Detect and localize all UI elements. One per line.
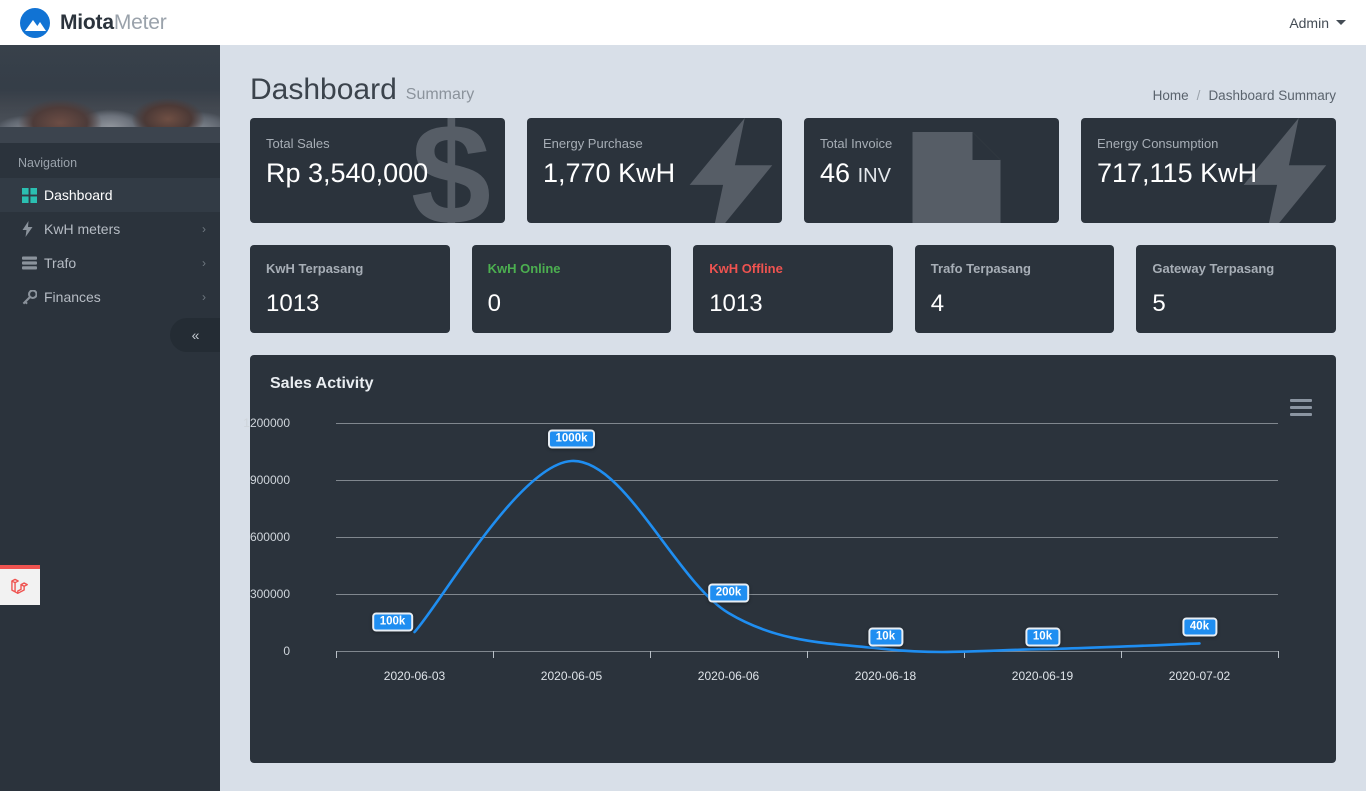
breadcrumb: Home / Dashboard Summary — [1153, 88, 1336, 107]
stat-card-value: 4 — [931, 290, 1097, 318]
chevron-right-icon: › — [202, 290, 206, 304]
page-subtitle: Summary — [406, 86, 474, 107]
chart-point-label: 40k — [1182, 618, 1217, 637]
stat-card-label: Gateway Terpasang — [1152, 261, 1318, 276]
key-icon — [22, 290, 44, 305]
chart-point-label: 10k — [1025, 628, 1060, 647]
stat-card-label: KwH Offline — [709, 261, 875, 276]
sidebar-header-photo — [0, 45, 220, 143]
stat-card-label: Energy Purchase — [543, 136, 762, 151]
sidebar-collapse-button[interactable]: « — [170, 318, 220, 352]
sidebar-item-label: Finances — [44, 289, 202, 305]
sidebar-item-label: KwH meters — [44, 221, 202, 237]
stat-card-number: 46 — [820, 158, 850, 188]
stat-card-unit: INV — [858, 165, 891, 187]
chevron-right-icon: › — [202, 222, 206, 236]
primary-stat-cards: Total Sales Rp 3,540,000 $ Energy Purcha… — [220, 118, 1366, 223]
sidebar-item-trafo[interactable]: Trafo › — [0, 246, 220, 280]
stat-card-value: 1013 — [709, 290, 875, 318]
stat-card-gateway-terpasang[interactable]: Gateway Terpasang 5 — [1136, 245, 1336, 333]
sales-activity-chart: 03000006000009000001200000 2020-06-03202… — [250, 407, 1336, 727]
stat-card-label: Total Invoice — [820, 136, 1039, 151]
sidebar-item-label: Trafo — [44, 255, 202, 271]
stat-card-value: 46 INV — [820, 158, 1039, 189]
secondary-stat-cards: KwH Terpasang 1013 KwH Online 0 KwH Offl… — [220, 245, 1366, 333]
stat-card-label: KwH Terpasang — [266, 261, 432, 276]
stat-card-label: Trafo Terpasang — [931, 261, 1097, 276]
chart-line-series — [250, 407, 1336, 727]
bolt-icon — [22, 221, 44, 237]
stat-card-energy-purchase[interactable]: Energy Purchase 1,770 KwH — [527, 118, 782, 223]
brand-name-light: Meter — [114, 11, 167, 34]
chart-point-label: 200k — [708, 584, 750, 603]
chart-point-label: 1000k — [548, 430, 596, 449]
chart-point-label: 100k — [372, 613, 414, 632]
page-header: Dashboard Summary Home / Dashboard Summa… — [220, 45, 1366, 107]
stat-card-total-sales[interactable]: Total Sales Rp 3,540,000 $ — [250, 118, 505, 223]
chevron-right-icon: › — [202, 256, 206, 270]
caret-down-icon — [1336, 20, 1346, 25]
stat-card-trafo-terpasang[interactable]: Trafo Terpasang 4 — [915, 245, 1115, 333]
stat-card-label: Energy Consumption — [1097, 136, 1316, 151]
sidebar-item-label: Dashboard — [44, 187, 206, 203]
stat-card-value: Rp 3,540,000 — [266, 158, 485, 189]
page-title: Dashboard — [250, 73, 397, 107]
sidebar-item-kwh-meters[interactable]: KwH meters › — [0, 212, 220, 246]
grid-icon — [22, 188, 44, 203]
main-content: Dashboard Summary Home / Dashboard Summa… — [220, 45, 1366, 791]
laravel-logo-icon[interactable] — [0, 565, 40, 605]
breadcrumb-home[interactable]: Home — [1153, 88, 1189, 103]
admin-dropdown[interactable]: Admin — [1289, 15, 1346, 31]
topbar-right-group: Admin — [1289, 15, 1366, 31]
sidebar: Navigation Dashboard KwH meters › Trafo … — [0, 45, 220, 791]
sidebar-item-dashboard[interactable]: Dashboard — [0, 178, 220, 212]
stat-card-kwh-online[interactable]: KwH Online 0 — [472, 245, 672, 333]
stat-card-label: Total Sales — [266, 136, 485, 151]
mountain-logo-icon — [20, 8, 50, 38]
server-icon — [22, 256, 44, 270]
brand-title: MiotaMeter — [60, 11, 167, 35]
stat-card-value: 1,770 KwH — [543, 158, 762, 189]
chart-point-label: 10k — [868, 628, 903, 647]
navigation-heading: Navigation — [0, 143, 220, 178]
brand[interactable]: MiotaMeter — [0, 0, 220, 45]
stat-card-value: 0 — [488, 290, 654, 318]
sidebar-item-finances[interactable]: Finances › — [0, 280, 220, 314]
stat-card-label: KwH Online — [488, 261, 654, 276]
top-navbar: MiotaMeter Admin — [0, 0, 1366, 45]
breadcrumb-current: Dashboard Summary — [1208, 88, 1336, 103]
chart-title: Sales Activity — [250, 355, 1336, 393]
brand-name-strong: Miota — [60, 11, 114, 34]
stat-card-value: 717,115 KwH — [1097, 158, 1316, 189]
sales-activity-panel: Sales Activity 0300000600000900000120000… — [250, 355, 1336, 763]
stat-card-value: 1013 — [266, 290, 432, 318]
breadcrumb-separator: / — [1197, 88, 1201, 103]
stat-card-total-invoice[interactable]: Total Invoice 46 INV — [804, 118, 1059, 223]
admin-label: Admin — [1289, 15, 1329, 31]
stat-card-kwh-offline[interactable]: KwH Offline 1013 — [693, 245, 893, 333]
stat-card-energy-consumption[interactable]: Energy Consumption 717,115 KwH — [1081, 118, 1336, 223]
stat-card-value: 5 — [1152, 290, 1318, 318]
stat-card-kwh-terpasang[interactable]: KwH Terpasang 1013 — [250, 245, 450, 333]
